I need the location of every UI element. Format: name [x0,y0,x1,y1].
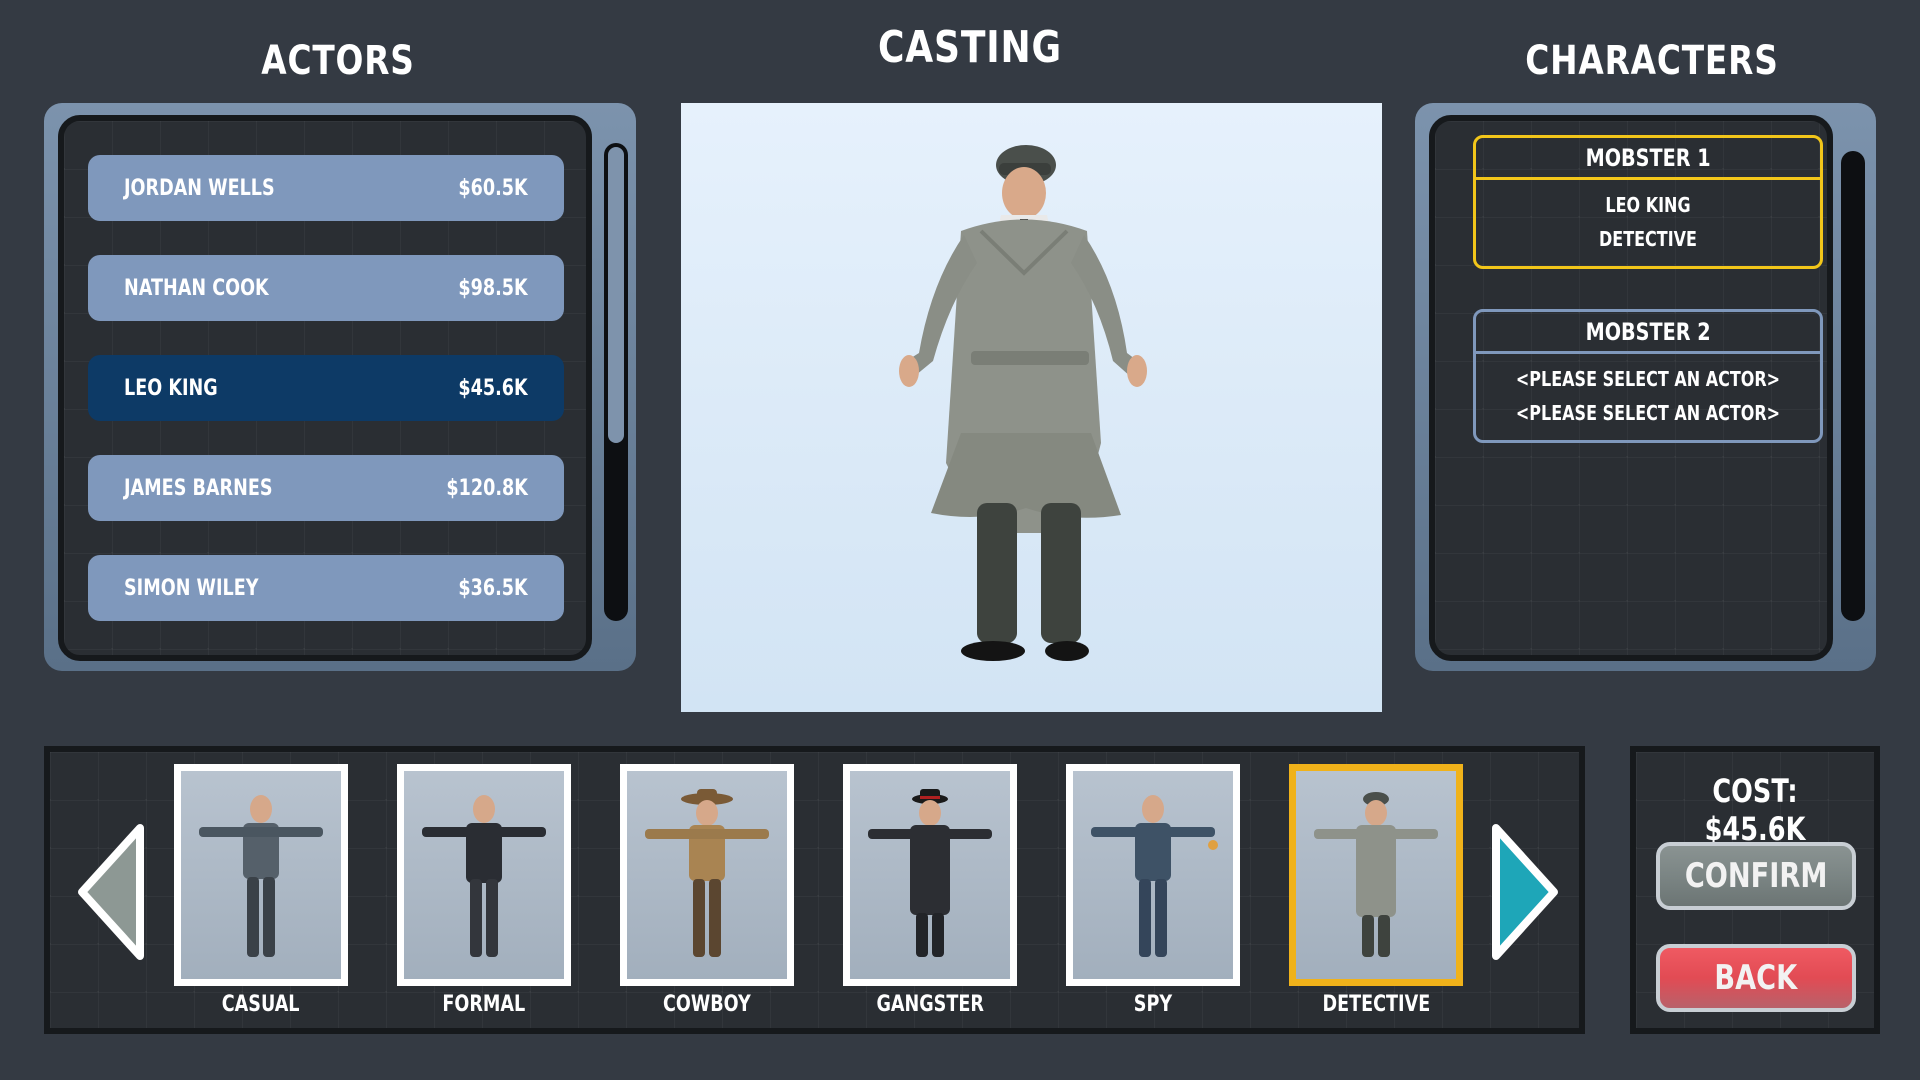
arrow-left-icon[interactable] [74,822,150,962]
outfit-label: COWBOY [663,992,751,1017]
actors-heading: ACTORS [261,38,415,84]
outfit-thumbnail [1289,764,1463,986]
character-title: MOBSTER 1 [1585,143,1711,172]
characters-list: MOBSTER 1 LEO KING DETECTIVE MOBSTER 2 <… [1429,115,1833,661]
actor-name: LEO KING [124,375,218,401]
detective-figure [899,145,1147,661]
back-button[interactable]: BACK [1656,944,1856,1012]
actors-scrollbar-thumb[interactable] [608,147,624,443]
outfit-label: FORMAL [442,992,526,1017]
outfit-label: SPY [1133,992,1173,1017]
outfit-spy[interactable]: SPY [1066,764,1240,1017]
characters-scrollbar[interactable] [1841,151,1865,621]
outfit-thumbnail [174,764,348,986]
gangster-figure [868,789,992,957]
back-button-label: BACK [1714,958,1798,998]
confirm-button[interactable]: CONFIRM [1656,842,1856,910]
outfit-cowboy[interactable]: COWBOY [620,764,794,1017]
cost-panel: COST: $45.6K CONFIRM BACK [1630,746,1880,1034]
outfit-carousel: CASUAL FORMAL COWBOY GANGSTER SPY DETECT… [44,746,1585,1034]
outfit-label: GANGSTER [876,992,984,1017]
character-title: MOBSTER 2 [1585,317,1711,346]
actor-price: $98.5K [458,275,528,301]
actor-row[interactable]: SIMON WILEY $36.5K [88,555,564,621]
outfit-thumbnail [397,764,571,986]
outfit-thumbnail [1066,764,1240,986]
actor-price: $60.5K [458,175,528,201]
characters-panel: MOBSTER 1 LEO KING DETECTIVE MOBSTER 2 <… [1415,103,1876,671]
outfit-gangster[interactable]: GANGSTER [843,764,1017,1017]
arrow-right-icon[interactable] [1486,822,1562,962]
character-actor: LEO KING [1605,193,1691,217]
actor-name: SIMON WILEY [124,575,259,601]
formal-figure [422,795,546,957]
outfit-label: DETECTIVE [1322,992,1430,1017]
detective-figure [1314,792,1438,957]
cost-label: COST: $45.6K [1704,772,1806,848]
outfit-detective[interactable]: DETECTIVE [1289,764,1463,1017]
actor-name: NATHAN COOK [124,275,269,301]
outfit-formal[interactable]: FORMAL [397,764,571,1017]
character-outfit: DETECTIVE [1599,227,1697,251]
outfit-thumbnail [843,764,1017,986]
character-outfit: <PLEASE SELECT AN ACTOR> [1515,401,1781,425]
character-preview[interactable] [681,103,1382,712]
actor-price: $120.8K [446,475,528,501]
actor-row[interactable]: NATHAN COOK $98.5K [88,255,564,321]
actor-row-partial[interactable] [88,655,564,661]
character-card-mobster-1[interactable]: MOBSTER 1 LEO KING DETECTIVE [1473,135,1823,269]
actor-row[interactable]: JORDAN WELLS $60.5K [88,155,564,221]
actor-name: JAMES BARNES [124,475,273,501]
actor-row[interactable]: JAMES BARNES $120.8K [88,455,564,521]
confirm-button-label: CONFIRM [1684,856,1828,896]
actor-name: JORDAN WELLS [124,175,275,201]
actors-panel: JORDAN WELLS $60.5K NATHAN COOK $98.5K L… [44,103,636,671]
actors-scrollbar[interactable] [604,143,628,621]
actors-list: JORDAN WELLS $60.5K NATHAN COOK $98.5K L… [58,115,592,661]
character-actor: <PLEASE SELECT AN ACTOR> [1515,367,1781,391]
cowboy-figure [645,789,769,957]
outfit-label: CASUAL [222,992,300,1017]
spy-figure [1091,795,1218,957]
outfit-thumbnail [620,764,794,986]
outfit-casual[interactable]: CASUAL [174,764,348,1017]
characters-heading: CHARACTERS [1525,38,1779,84]
actor-price: $36.5K [458,575,528,601]
casting-title: CASTING [878,22,1062,73]
actor-price: $45.6K [458,375,528,401]
character-card-mobster-2[interactable]: MOBSTER 2 <PLEASE SELECT AN ACTOR> <PLEA… [1473,309,1823,443]
actor-row-selected[interactable]: LEO KING $45.6K [88,355,564,421]
casual-figure [199,795,323,957]
